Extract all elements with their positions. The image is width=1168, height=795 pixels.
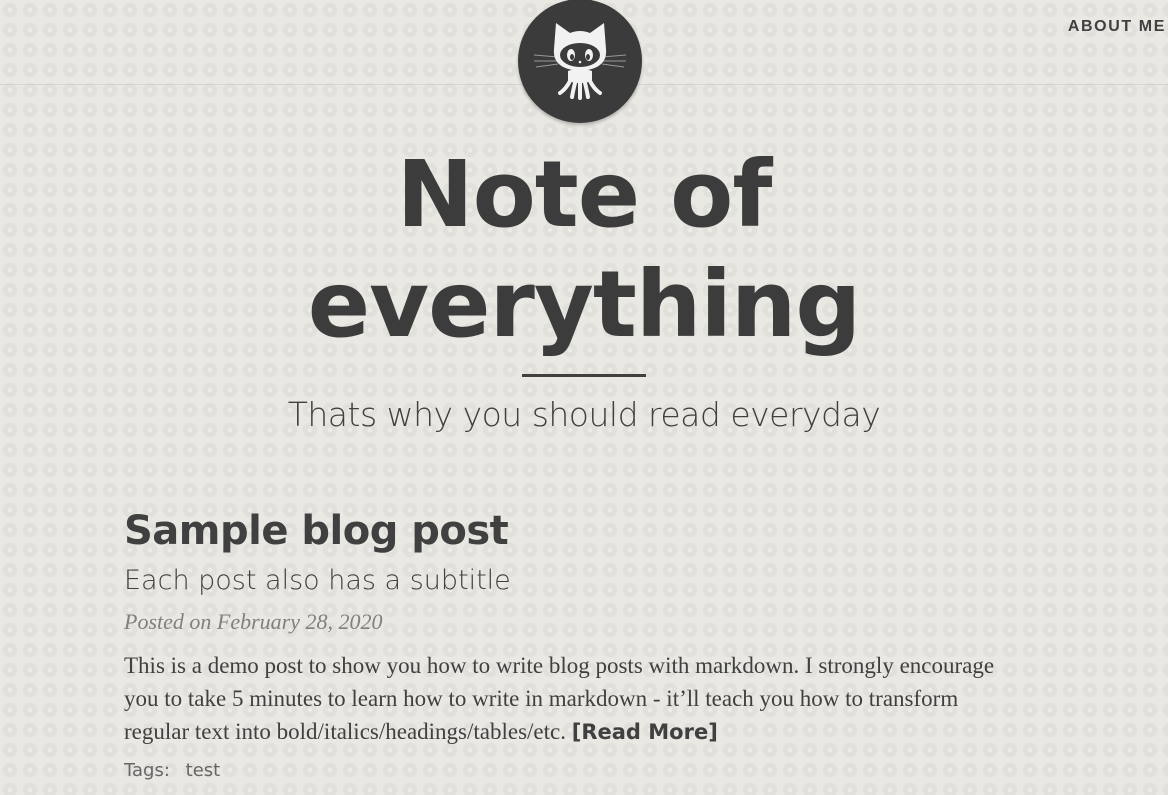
nav-link-about-me[interactable]: ABOUT ME — [1068, 18, 1166, 36]
avatar[interactable] — [518, 0, 642, 123]
post-preview: Sample blog post Each post also has a su… — [124, 505, 1014, 783]
post-meta: Posted on February 28, 2020 — [124, 609, 383, 634]
read-more-link[interactable]: [Read More] — [572, 720, 718, 744]
site-subtitle: Thats why you should read everyday — [287, 395, 881, 434]
tag-link[interactable]: test — [186, 760, 221, 781]
post-title: Sample blog post — [124, 508, 509, 554]
post-excerpt: This is a demo post to show you how to w… — [124, 649, 1014, 749]
tags-label: Tags: — [124, 760, 170, 781]
octocat-icon — [533, 23, 627, 100]
post-subtitle: Each post also has a subtitle — [124, 565, 511, 596]
site-heading: Note of everything Thats why you should … — [0, 140, 1168, 435]
post-tags: Tags: test — [124, 759, 1014, 783]
site-title: Note of everything — [307, 141, 861, 358]
title-divider — [522, 374, 646, 377]
post-excerpt-text: This is a demo post to show you how to w… — [124, 653, 995, 744]
post-title-link[interactable]: Sample blog post — [124, 505, 1014, 557]
